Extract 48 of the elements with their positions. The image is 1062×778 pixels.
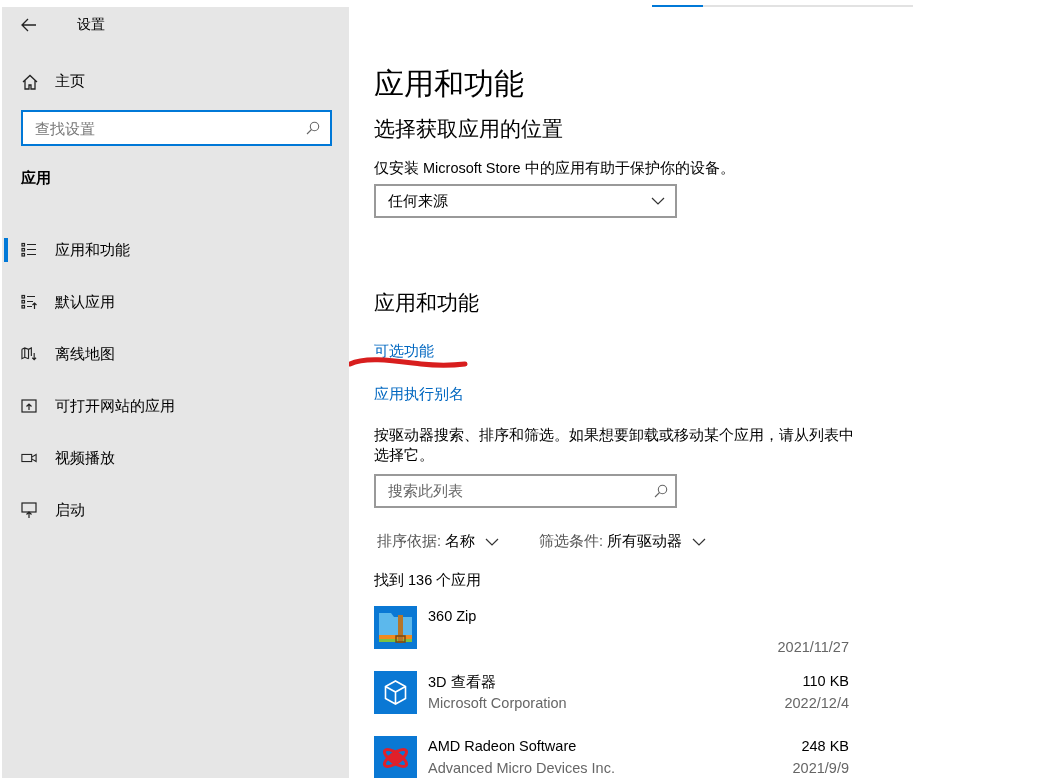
radeon-logo-icon	[374, 736, 417, 778]
app-name: 360 Zip	[428, 608, 477, 626]
app-publisher: Microsoft Corporation	[428, 695, 567, 713]
search-icon	[306, 121, 320, 135]
zip-folder-icon	[374, 606, 417, 649]
settings-search-field[interactable]: 查找设置	[21, 110, 332, 146]
window-title: 设置	[77, 16, 105, 34]
nav-item[interactable]: 离线地图	[2, 338, 349, 370]
app-name: 3D 查看器	[428, 673, 496, 691]
nav-item[interactable]: 应用和功能	[2, 234, 349, 266]
nav-item[interactable]: 启动	[2, 494, 349, 526]
app-count: 找到 136 个应用	[374, 571, 483, 590]
section-heading: 选择获取应用的位置	[374, 116, 564, 142]
chevron-down-icon	[485, 537, 500, 546]
nav-item[interactable]: 可打开网站的应用	[2, 390, 349, 422]
app-install-date: 2022/12/4	[784, 695, 849, 713]
home-nav-item[interactable]: 主页	[20, 68, 87, 95]
app-publisher: Advanced Micro Devices Inc.	[428, 760, 615, 778]
section-heading: 应用	[21, 169, 52, 188]
back-button[interactable]	[19, 16, 39, 34]
monitor-arrow-icon	[21, 501, 37, 519]
app-size: 110 KB	[802, 673, 849, 691]
search-icon	[654, 484, 668, 498]
sort-dropdown[interactable]: 排序依据: 名称	[377, 530, 500, 553]
list-arrow-icon	[21, 294, 37, 310]
filter-dropdown[interactable]: 筛选条件: 所有驱动器	[539, 530, 707, 553]
help-text: 按驱动器搜索、排序和筛选。如果想要卸载或移动某个应用，请从列表中选择它。	[374, 426, 855, 465]
page-title: 应用和功能	[374, 66, 525, 102]
chevron-down-icon	[692, 537, 707, 546]
cube-icon	[374, 671, 417, 714]
map-icon	[21, 346, 37, 362]
nav-item[interactable]: 视频播放	[2, 442, 349, 474]
video-camera-icon	[21, 450, 37, 466]
link[interactable]: 应用执行别名	[374, 383, 464, 405]
description-text: 仅安装 Microsoft Store 中的应用有助于保护你的设备。	[374, 159, 736, 178]
list-icon	[21, 242, 37, 258]
list-search-field[interactable]: 搜索此列表	[374, 474, 677, 508]
chevron-down-icon	[651, 197, 665, 205]
section-heading: 应用和功能	[374, 290, 480, 316]
app-install-date: 2021/9/9	[792, 760, 849, 778]
back-arrow-icon	[21, 18, 37, 32]
app-source-dropdown[interactable]: 任何来源	[374, 184, 677, 218]
home-icon	[22, 73, 38, 90]
app-install-date: 2021/11/27	[777, 639, 849, 657]
nav-item[interactable]: 默认应用	[2, 286, 349, 318]
link[interactable]: 可选功能	[374, 340, 434, 362]
app-size: 248 KB	[801, 738, 849, 756]
app-name: AMD Radeon Software	[428, 738, 577, 756]
